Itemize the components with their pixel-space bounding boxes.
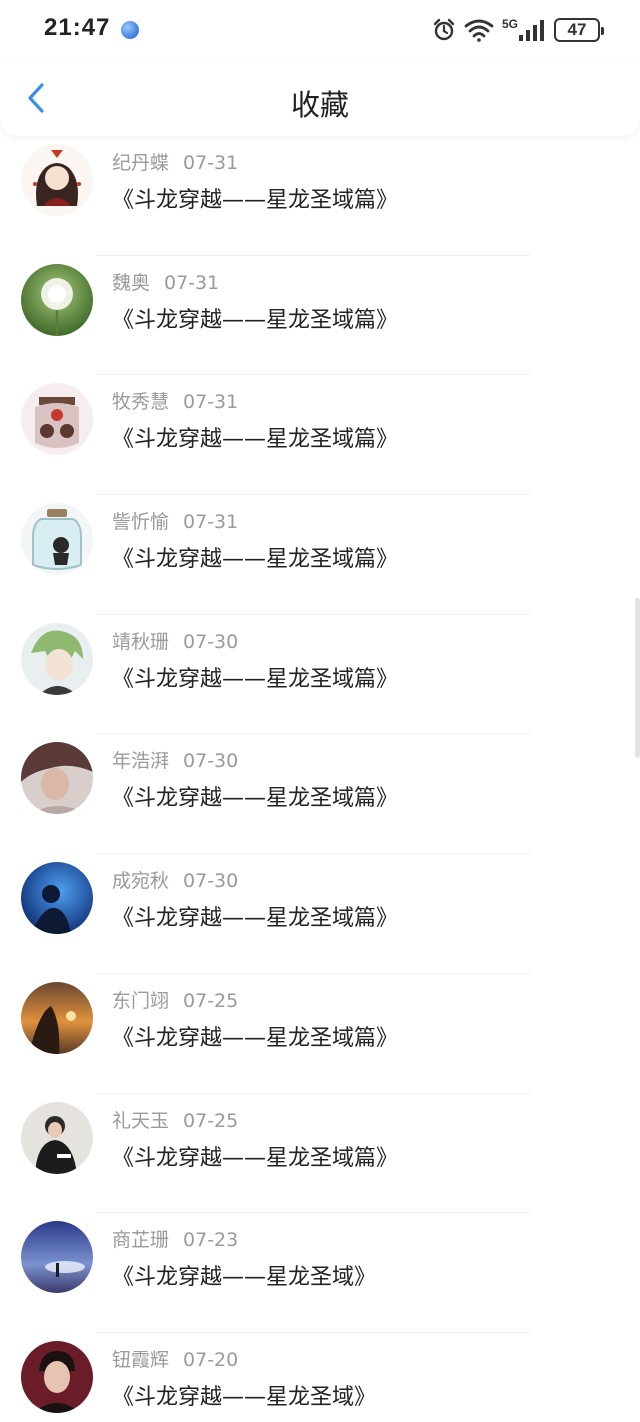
item-date: 07-30 — [183, 870, 239, 893]
user-name: 牧秀慧 — [112, 391, 170, 414]
header-bar: 收藏 — [0, 60, 640, 136]
book-title[interactable]: 《斗龙穿越——星龙圣域篇》 — [112, 780, 398, 812]
list-item[interactable]: 牧秀慧 07-31 《斗龙穿越——星龙圣域篇》 — [0, 375, 640, 496]
user-name: 魏奥 — [112, 271, 151, 294]
item-date: 07-20 — [183, 1348, 239, 1371]
wifi-icon — [464, 19, 494, 42]
alarm-icon — [433, 18, 455, 41]
avatar[interactable] — [21, 622, 93, 695]
item-date: 07-31 — [183, 152, 239, 174]
book-title[interactable]: 《斗龙穿越——星龙圣域篇》 — [112, 1020, 398, 1052]
avatar[interactable] — [21, 1340, 93, 1413]
avatar[interactable] — [21, 263, 93, 336]
book-title[interactable]: 《斗龙穿越——星龙圣域篇》 — [112, 182, 398, 214]
status-icons: 5G 47 — [432, 16, 604, 44]
avatar[interactable] — [21, 1101, 93, 1174]
item-date: 07-31 — [183, 511, 239, 534]
list-item[interactable]: 钮霞辉 07-20 《斗龙穿越——星龙圣域》 — [0, 1333, 640, 1422]
list-item[interactable]: 东门翊 07-25 《斗龙穿越——星龙圣域篇》 — [0, 974, 640, 1094]
user-name: 靖秋珊 — [112, 630, 170, 653]
item-date: 07-31 — [164, 271, 220, 294]
book-title[interactable]: 《斗龙穿越——星龙圣域篇》 — [112, 900, 398, 932]
book-title[interactable]: 《斗龙穿越——星龙圣域篇》 — [112, 302, 398, 334]
network-label: 5G — [501, 17, 518, 31]
user-name: 钮霞辉 — [112, 1348, 170, 1371]
book-title[interactable]: 《斗龙穿越——星龙圣域篇》 — [112, 421, 398, 453]
item-date: 07-25 — [183, 1109, 239, 1132]
item-date: 07-31 — [183, 391, 239, 414]
user-name: 东门翊 — [112, 989, 170, 1012]
item-date: 07-30 — [183, 630, 239, 653]
item-meta: 纪丹蝶 07-31 — [112, 148, 238, 175]
book-title[interactable]: 《斗龙穿越——星龙圣域篇》 — [112, 661, 398, 693]
user-name: 年浩湃 — [112, 750, 170, 773]
favorites-list: 纪丹蝶 07-31 《斗龙穿越——星龙圣域篇》 魏奥 07-31 《斗龙穿越——星龙… — [0, 136, 640, 1422]
page-title: 收藏 — [290, 88, 349, 122]
item-date: 07-30 — [183, 750, 239, 773]
signal-icon — [519, 20, 544, 41]
list-item[interactable]: 商芷珊 07-23 《斗龙穿越——星龙圣域》 — [0, 1213, 640, 1333]
list-item[interactable]: 訾忻愉 07-31 《斗龙穿越——星龙圣域篇》 — [0, 495, 640, 615]
item-meta: 魏奥 07-31 — [112, 268, 219, 295]
avatar[interactable] — [21, 383, 93, 456]
book-title[interactable]: 《斗龙穿越——星龙圣域篇》 — [112, 1140, 398, 1172]
item-meta: 成宛秋 07-30 — [112, 866, 238, 893]
battery-icon: 47 — [554, 18, 604, 42]
avatar[interactable] — [21, 981, 93, 1054]
scrollbar[interactable] — [635, 598, 640, 758]
list-item[interactable]: 纪丹蝶 07-31 《斗龙穿越——星龙圣域篇》 — [0, 136, 640, 256]
book-title[interactable]: 《斗龙穿越——星龙圣域》 — [112, 1379, 376, 1411]
item-meta: 牧秀慧 07-31 — [112, 387, 238, 414]
list-item[interactable]: 魏奥 07-31 《斗龙穿越——星龙圣域篇》 — [0, 256, 640, 376]
app-notification-icon — [121, 21, 139, 39]
book-title[interactable]: 《斗龙穿越——星龙圣域》 — [112, 1259, 376, 1291]
user-name: 纪丹蝶 — [112, 152, 170, 174]
avatar[interactable] — [21, 862, 93, 935]
item-meta: 商芷珊 07-23 — [112, 1225, 238, 1252]
user-name: 商芷珊 — [112, 1229, 170, 1252]
avatar[interactable] — [21, 503, 93, 576]
item-meta: 年浩湃 07-30 — [112, 746, 238, 773]
list-item[interactable]: 靖秋珊 07-30 《斗龙穿越——星龙圣域篇》 — [0, 615, 640, 735]
item-meta: 靖秋珊 07-30 — [112, 627, 238, 654]
user-name: 成宛秋 — [112, 870, 170, 893]
book-title[interactable]: 《斗龙穿越——星龙圣域篇》 — [112, 541, 398, 573]
avatar[interactable] — [21, 742, 93, 815]
item-date: 07-25 — [183, 989, 239, 1012]
status-bar: 21:47 5G 47 — [0, 0, 640, 60]
item-meta: 钮霞辉 07-20 — [112, 1345, 238, 1372]
list-item[interactable]: 年浩湃 07-30 《斗龙穿越——星龙圣域篇》 — [0, 734, 640, 855]
status-time: 21:47 — [44, 14, 111, 41]
list-item[interactable]: 礼天玉 07-25 《斗龙穿越——星龙圣域篇》 — [0, 1094, 640, 1214]
list-item[interactable]: 成宛秋 07-30 《斗龙穿越——星龙圣域篇》 — [0, 854, 640, 974]
avatar[interactable] — [21, 1221, 93, 1294]
battery-level: 47 — [567, 20, 587, 39]
user-name: 礼天玉 — [112, 1109, 170, 1132]
avatar[interactable] — [21, 144, 93, 216]
item-date: 07-23 — [183, 1229, 239, 1252]
item-meta: 礼天玉 07-25 — [112, 1106, 238, 1133]
item-meta: 訾忻愉 07-31 — [112, 507, 238, 534]
user-name: 訾忻愉 — [112, 511, 170, 534]
item-meta: 东门翊 07-25 — [112, 986, 238, 1013]
